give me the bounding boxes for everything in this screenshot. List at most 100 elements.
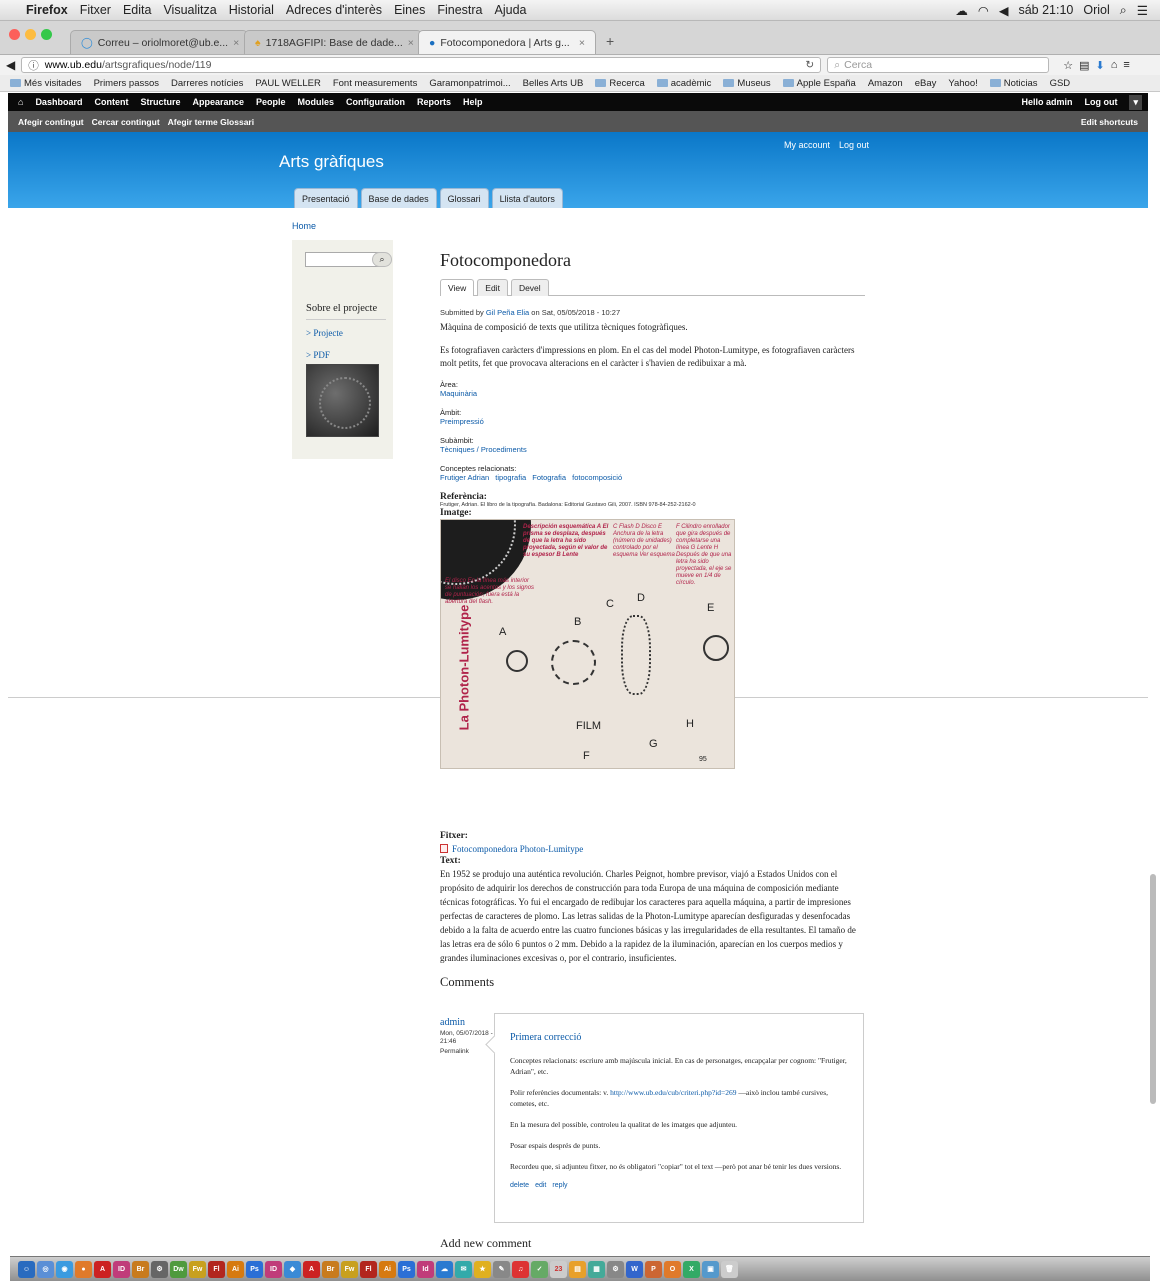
music-icon[interactable]: ♫ — [512, 1260, 529, 1278]
app-icon[interactable]: X — [683, 1260, 700, 1278]
calendar-icon[interactable]: 23 — [550, 1260, 567, 1278]
clock-text[interactable]: sáb 21:10 — [1018, 3, 1073, 17]
app-icon[interactable]: ✎ — [493, 1260, 510, 1278]
admin-help[interactable]: Help — [463, 97, 483, 107]
menu-eines[interactable]: Eines — [394, 3, 425, 17]
bookmark-item[interactable]: Darreres notícies — [171, 78, 243, 89]
admin-content[interactable]: Content — [94, 97, 128, 107]
acrobat-icon[interactable]: A — [94, 1260, 111, 1278]
tab-edit[interactable]: Edit — [477, 279, 508, 296]
file-link[interactable]: Fotocomponedora Photon-Lumitype — [452, 844, 583, 854]
app-icon[interactable]: ▤ — [569, 1260, 586, 1278]
new-tab-icon[interactable]: + — [606, 33, 614, 49]
bookmark-item[interactable]: Més visitades — [10, 78, 82, 89]
concept-link[interactable]: Frutiger Adrian — [440, 473, 489, 482]
bookmark-item[interactable]: Yahoo! — [948, 78, 977, 89]
spotlight-icon[interactable]: ⌕ — [1120, 3, 1127, 18]
admin-structure[interactable]: Structure — [140, 97, 180, 107]
bookmark-item[interactable]: Noticias — [989, 78, 1038, 89]
menu-adreces[interactable]: Adreces d'interès — [286, 3, 382, 17]
breadcrumb[interactable]: Home — [292, 221, 316, 231]
bridge-icon[interactable]: Br — [132, 1260, 149, 1278]
bookmark-item[interactable]: PAUL WELLER — [255, 78, 320, 89]
bookmark-item[interactable]: eBay — [915, 78, 937, 89]
fireworks-icon[interactable]: Fw — [341, 1260, 358, 1278]
menu-visualitza[interactable]: Visualitza — [163, 3, 216, 17]
illustrator-icon[interactable]: Ai — [227, 1260, 244, 1278]
bookmark-item[interactable]: Museus — [723, 78, 771, 89]
menu-firefox[interactable]: Firefox — [26, 3, 68, 17]
wifi-icon[interactable]: ◠ — [978, 3, 989, 18]
admin-dashboard[interactable]: Dashboard — [35, 97, 82, 107]
reload-icon[interactable]: ↻ — [805, 59, 814, 71]
concept-link[interactable]: tipografia — [495, 473, 526, 482]
back-icon[interactable]: ◀ — [6, 58, 15, 72]
concept-link[interactable]: Fotografia — [532, 473, 566, 482]
comment-subject[interactable]: Primera correcció — [510, 1032, 849, 1043]
menu-presentacio[interactable]: Presentació — [294, 188, 358, 208]
field-ambit-value[interactable]: Preimpressió — [440, 417, 865, 426]
logout-link[interactable]: Log out — [839, 140, 869, 150]
shortcut-afegir-contingut[interactable]: Afegir contingut — [18, 117, 84, 127]
menu-base-dades[interactable]: Base de dades — [360, 188, 437, 208]
home-icon[interactable]: ⌂ — [1111, 59, 1118, 71]
menu-fitxer[interactable]: Fitxer — [80, 3, 111, 17]
app-icon[interactable]: ✉ — [455, 1260, 472, 1278]
home-icon[interactable]: ⌂ — [18, 97, 23, 107]
app-icon[interactable]: ◎ — [37, 1260, 54, 1278]
bookmark-item[interactable]: Belles Arts UB — [523, 78, 584, 89]
admin-people[interactable]: People — [256, 97, 286, 107]
field-area-value[interactable]: Maquinària — [440, 389, 865, 398]
app-icon[interactable]: O — [664, 1260, 681, 1278]
menu-glossari[interactable]: Glossari — [439, 188, 489, 208]
admin-modules[interactable]: Modules — [298, 97, 335, 107]
menu-llista-autors[interactable]: Llista d'autors — [491, 188, 563, 208]
photon-lumitype-image[interactable]: Descripción esquemática A El prisma se d… — [440, 519, 735, 769]
flash-icon[interactable]: Fl — [360, 1260, 377, 1278]
sidebar-item-pdf[interactable]: > PDF — [306, 350, 386, 360]
app-icon[interactable]: ▦ — [588, 1260, 605, 1278]
trash-icon[interactable]: 🗑 — [721, 1260, 738, 1278]
acrobat-icon[interactable]: A — [303, 1260, 320, 1278]
menu-list-icon[interactable]: ☰ — [1137, 3, 1148, 18]
minimize-window-icon[interactable] — [25, 29, 36, 40]
bookmark-item[interactable]: Recerca — [595, 78, 645, 89]
close-tab-icon[interactable]: × — [233, 37, 239, 49]
indesign-icon[interactable]: ID — [113, 1260, 130, 1278]
menu-ajuda[interactable]: Ajuda — [495, 3, 527, 17]
admin-logout-link[interactable]: Log out — [1084, 97, 1117, 107]
comment-delete-link[interactable]: delete — [510, 1182, 529, 1189]
page-scrollbar[interactable] — [1148, 94, 1158, 1254]
bookmark-item[interactable]: Font measurements — [333, 78, 417, 89]
dreamweaver-icon[interactable]: Dw — [170, 1260, 187, 1278]
flash-icon[interactable]: Fl — [208, 1260, 225, 1278]
scrollbar-thumb[interactable] — [1150, 874, 1156, 1104]
bookmark-item[interactable]: acadèmic — [656, 78, 711, 89]
fireworks-icon[interactable]: Fw — [189, 1260, 206, 1278]
tab-devel[interactable]: Devel — [510, 279, 549, 296]
comment-edit-link[interactable]: edit — [535, 1182, 546, 1189]
admin-configuration[interactable]: Configuration — [346, 97, 405, 107]
tab-base-dades[interactable]: ♠ 1718AGFIPI: Base de dade... × — [244, 30, 422, 54]
hamburger-menu-icon[interactable]: ≡ — [1123, 59, 1129, 71]
sidebar-item-projecte[interactable]: > Projecte — [306, 328, 386, 338]
downloads-icon[interactable]: ⬇ — [1096, 59, 1105, 72]
app-icon[interactable]: ★ — [474, 1260, 491, 1278]
volume-icon[interactable]: ◀ — [999, 3, 1009, 18]
bookmark-star-icon[interactable]: ☆ — [1063, 59, 1073, 72]
menu-edita[interactable]: Edita — [123, 3, 152, 17]
search-button[interactable]: ⌕ — [372, 252, 392, 267]
app-icon[interactable]: ▣ — [702, 1260, 719, 1278]
cloud-icon[interactable]: ☁ — [955, 3, 968, 18]
tab-view[interactable]: View — [440, 279, 475, 296]
indesign-icon[interactable]: ID — [265, 1260, 282, 1278]
url-input[interactable]: ⓘ www.ub.edu/artsgrafiques/node/119 ↻ — [21, 57, 822, 73]
app-icon[interactable]: ✓ — [531, 1260, 548, 1278]
app-icon[interactable]: ⚙ — [607, 1260, 624, 1278]
firefox-icon[interactable]: ● — [75, 1260, 92, 1278]
edit-shortcuts-link[interactable]: Edit shortcuts — [1081, 117, 1148, 127]
photoshop-icon[interactable]: Ps — [246, 1260, 263, 1278]
author-link[interactable]: Gil Peña Elia — [486, 308, 529, 317]
bookmark-item[interactable]: Amazon — [868, 78, 903, 89]
toolbar-toggle-icon[interactable]: ▾ — [1129, 94, 1142, 110]
